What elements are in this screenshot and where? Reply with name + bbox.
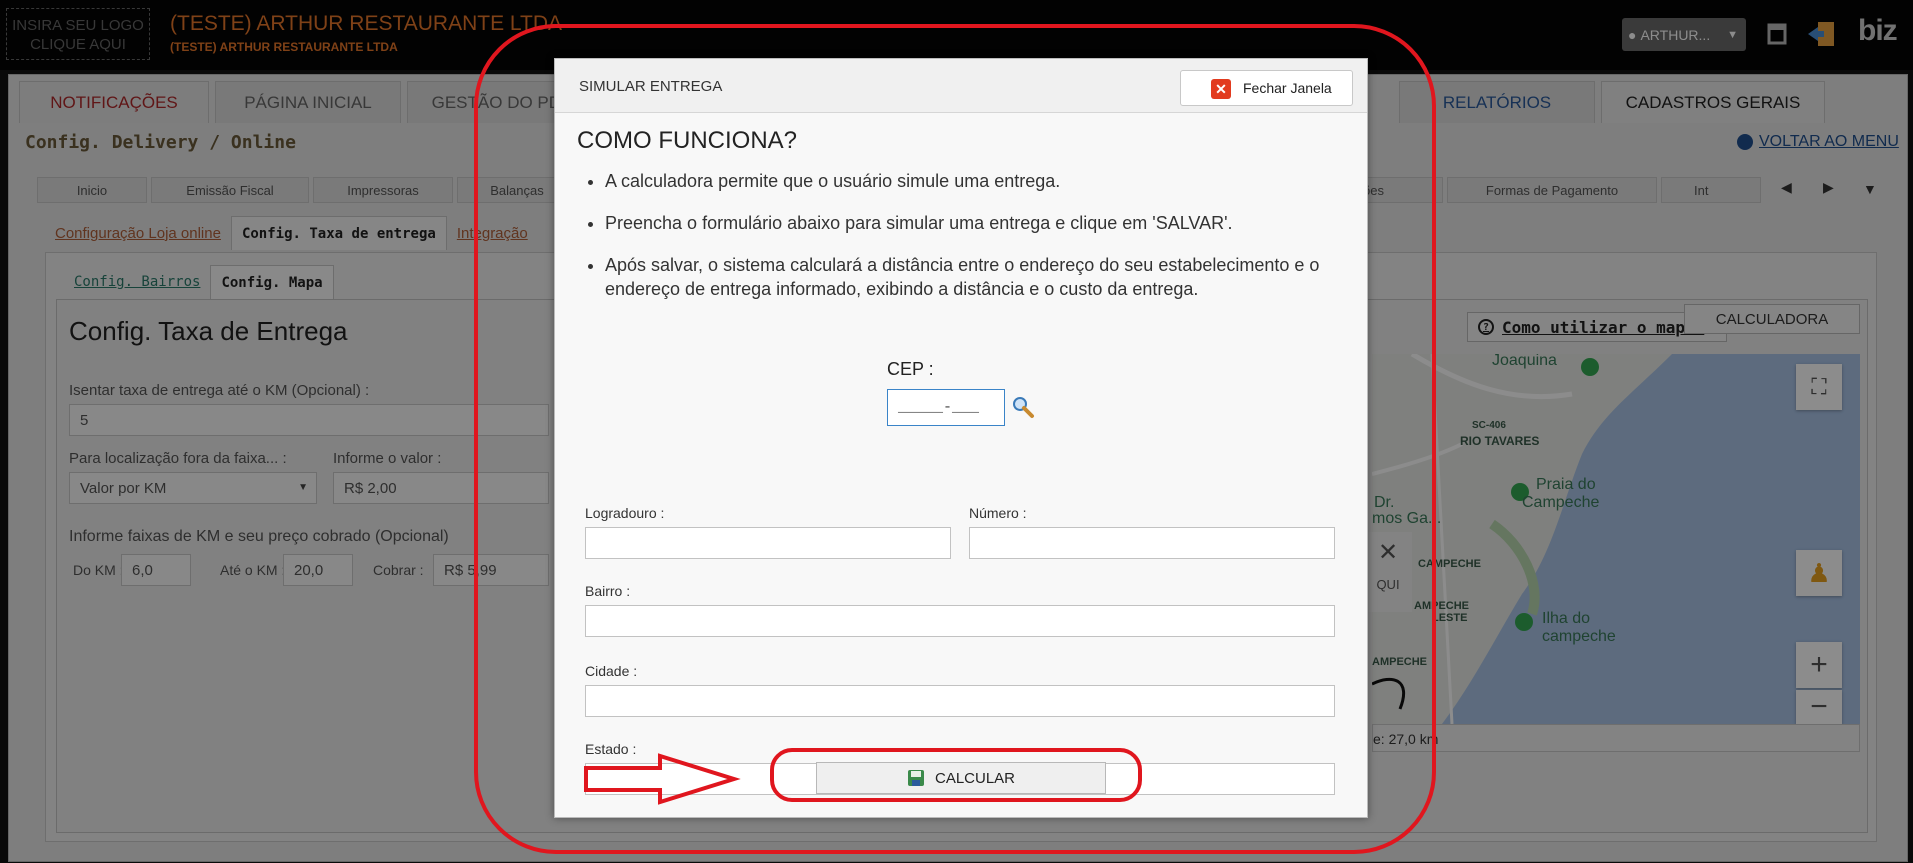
estado-label: Estado : bbox=[585, 741, 637, 757]
save-icon bbox=[907, 770, 924, 786]
modal-body: COMO FUNCIONA? A calculadora permite que… bbox=[555, 113, 1367, 817]
how-it-works-title: COMO FUNCIONA? bbox=[577, 127, 798, 154]
instruction-item: A calculadora permite que o usuário simu… bbox=[605, 169, 1335, 193]
instruction-item: Preencha o formulário abaixo para simula… bbox=[605, 211, 1335, 235]
calcular-label: CALCULAR bbox=[934, 769, 1016, 787]
close-icon: ✕ bbox=[1211, 79, 1231, 99]
cep-label: CEP : bbox=[887, 359, 934, 379]
modal-title: SIMULAR ENTREGA bbox=[579, 78, 723, 95]
close-window-button[interactable]: ✕ Fechar Janela bbox=[1180, 70, 1353, 106]
instructions-list: A calculadora permite que o usuário simu… bbox=[605, 169, 1335, 319]
cidade-label: Cidade : bbox=[585, 663, 638, 679]
bairro-label: Bairro : bbox=[585, 583, 631, 599]
logradouro-label: Logradouro : bbox=[585, 505, 665, 521]
cep-input[interactable]: _____-___ bbox=[887, 389, 1005, 426]
search-icon[interactable] bbox=[1011, 395, 1035, 419]
calcular-button[interactable]: CALCULAR bbox=[816, 762, 1106, 794]
modal-header: SIMULAR ENTREGA ✕ Fechar Janela bbox=[555, 59, 1367, 113]
simular-entrega-modal: SIMULAR ENTREGA ✕ Fechar Janela COMO FUN… bbox=[554, 58, 1368, 818]
logradouro-input[interactable] bbox=[585, 527, 951, 559]
numero-input[interactable] bbox=[969, 527, 1335, 559]
instruction-item: Após salvar, o sistema calculará a distâ… bbox=[605, 253, 1335, 301]
close-window-label: Fechar Janela bbox=[1243, 80, 1332, 96]
numero-label: Número : bbox=[969, 505, 1027, 521]
cidade-input[interactable] bbox=[585, 685, 1335, 717]
bairro-input[interactable] bbox=[585, 605, 1335, 637]
